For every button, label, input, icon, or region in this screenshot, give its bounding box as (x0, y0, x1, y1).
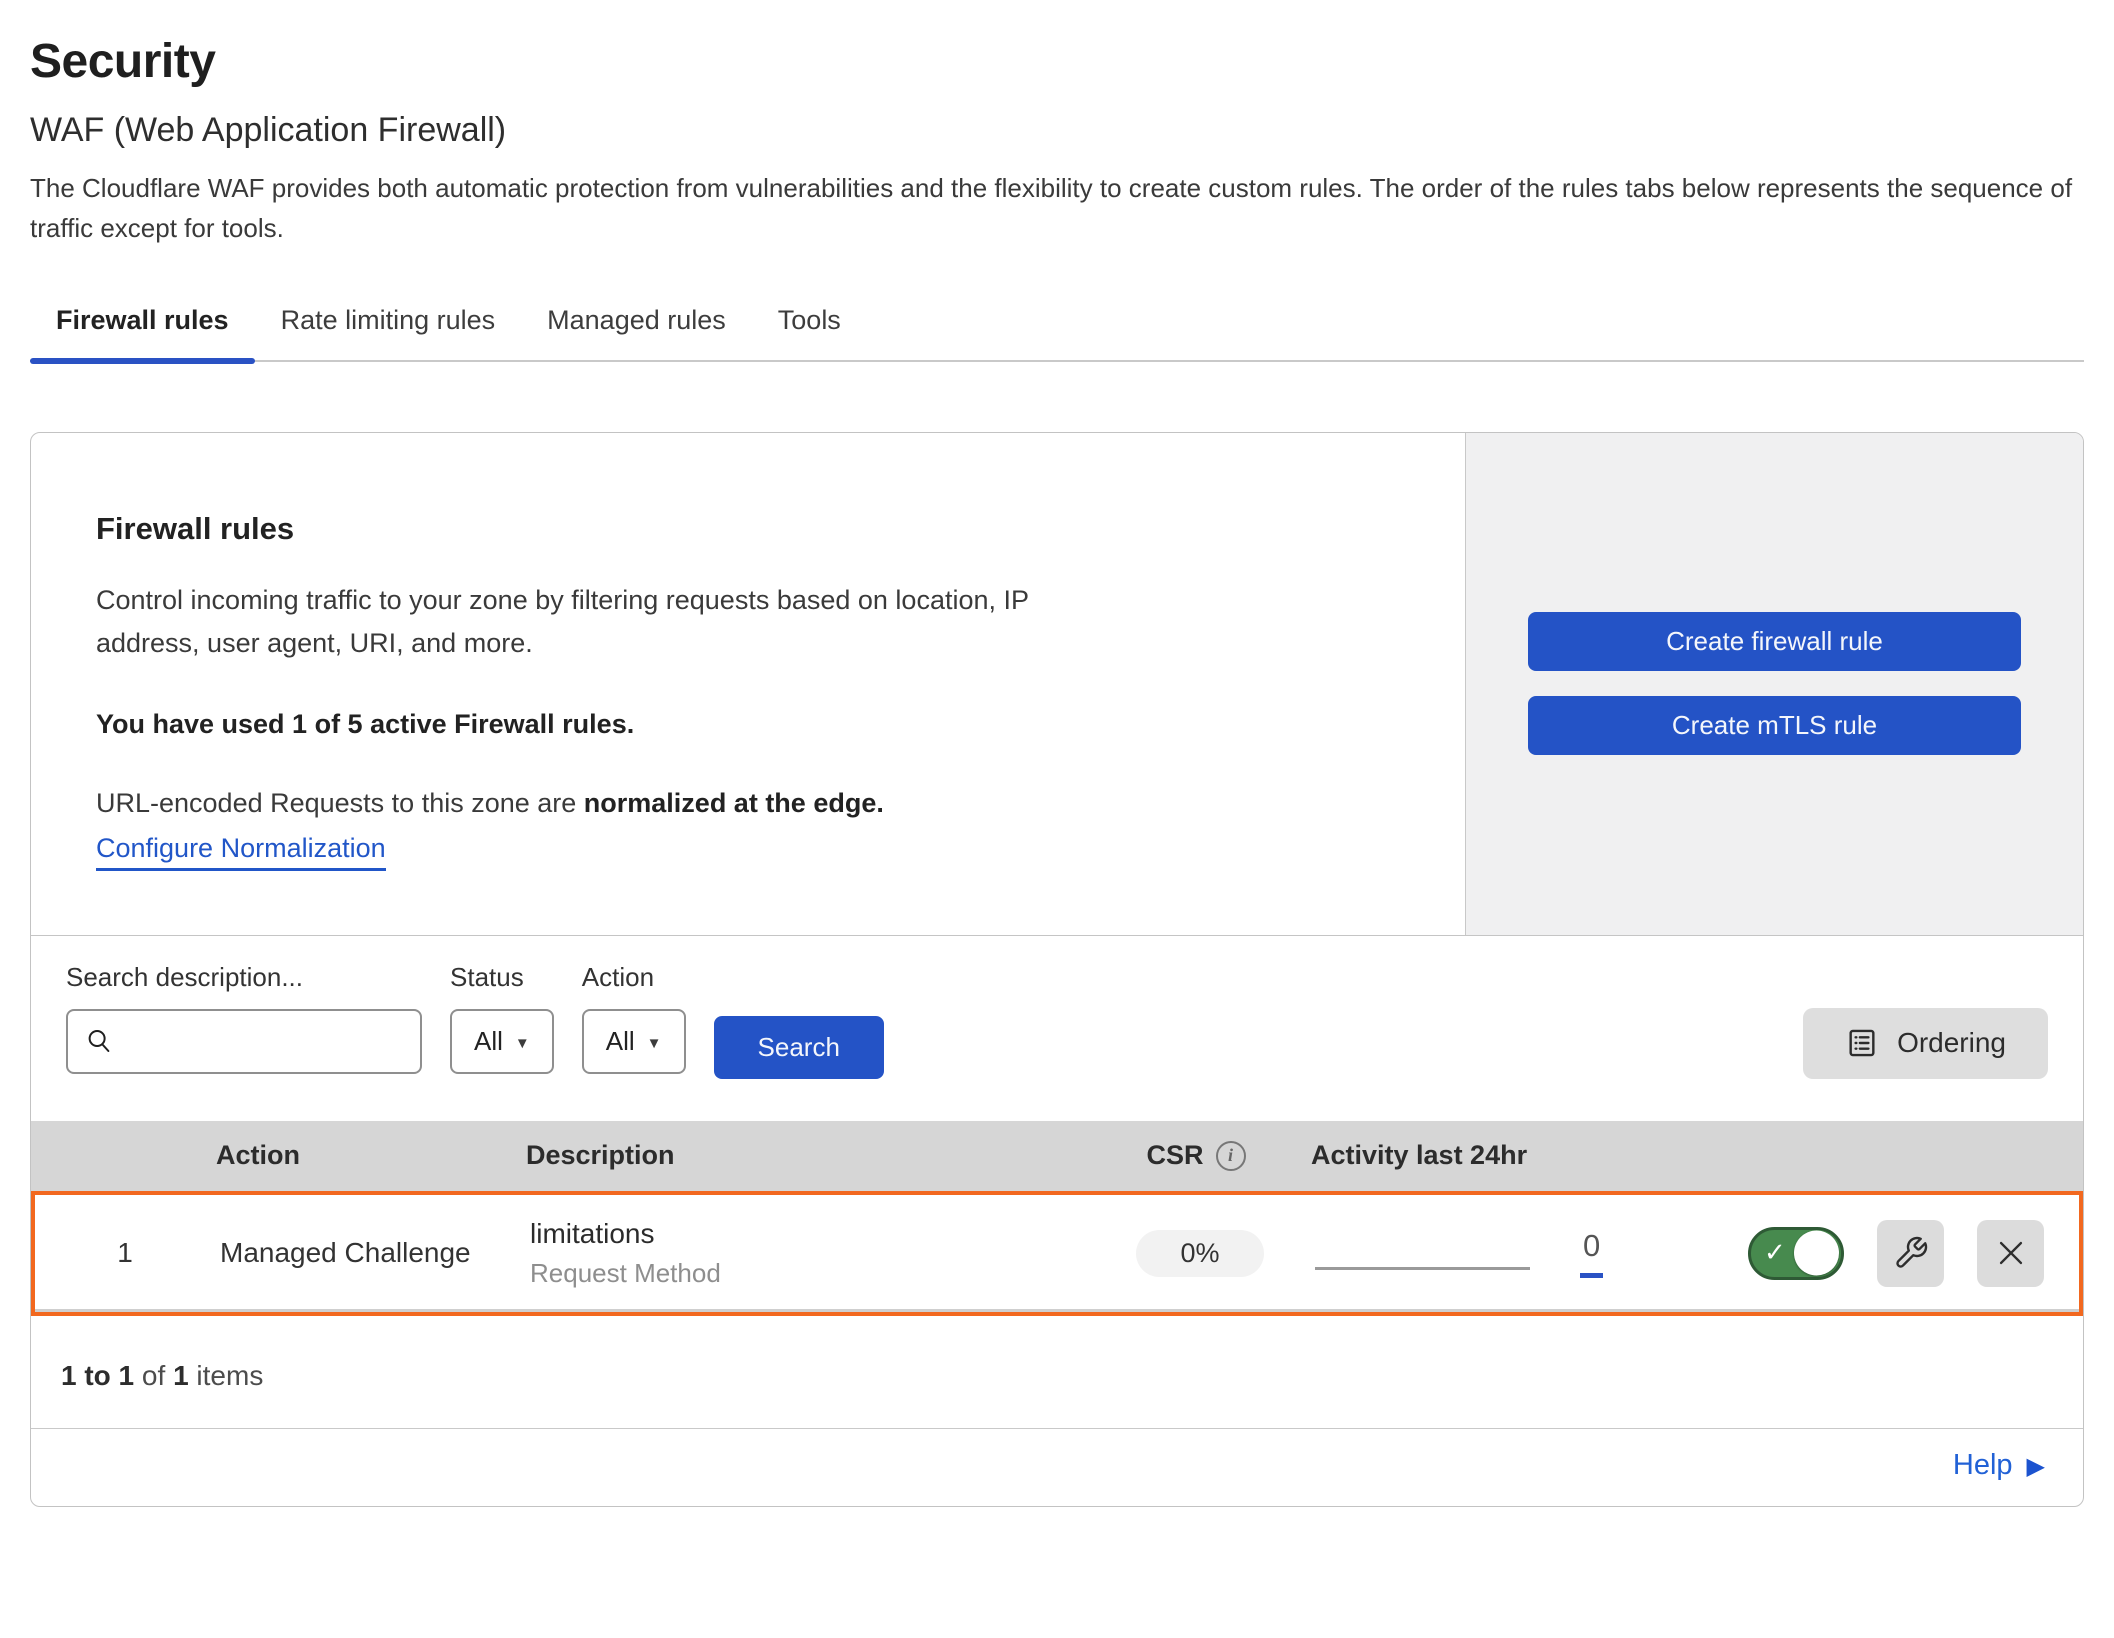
header-csr-label: CSR (1146, 1140, 1203, 1171)
normalization-prefix: URL-encoded Requests to this zone are (96, 788, 584, 818)
pagination-of: of (142, 1360, 165, 1391)
pagination-total: 1 (173, 1360, 189, 1391)
firewall-rules-card: Firewall rules Control incoming traffic … (30, 432, 2084, 1507)
rule-controls: ✓ (1675, 1220, 2079, 1287)
rule-enabled-toggle[interactable]: ✓ (1748, 1227, 1844, 1280)
rules-tab-bar: Firewall rules Rate limiting rules Manag… (30, 299, 2084, 362)
info-icon[interactable]: i (1216, 1141, 1246, 1171)
usage-line: You have used 1 of 5 active Firewall rul… (96, 709, 1400, 740)
search-input[interactable] (124, 1011, 446, 1072)
page-title: Security (30, 34, 2084, 89)
delete-rule-button[interactable] (1977, 1220, 2044, 1287)
help-row: Help ▶ (31, 1428, 2083, 1506)
filter-bar: Search description... Status All ▼ Actio… (31, 935, 2083, 1121)
search-icon (84, 1026, 114, 1056)
header-description: Description (526, 1140, 1081, 1171)
normalization-line: URL-encoded Requests to this zone are no… (96, 788, 1400, 819)
ordering-button-label: Ordering (1897, 1027, 2006, 1059)
edit-rule-button[interactable] (1877, 1220, 1944, 1287)
status-label: Status (450, 962, 554, 993)
create-firewall-rule-button[interactable]: Create firewall rule (1528, 612, 2021, 671)
search-box[interactable] (66, 1009, 422, 1074)
page-description: The Cloudflare WAF provides both automat… (30, 168, 2080, 249)
header-action: Action (211, 1140, 526, 1171)
rule-activity-cell: 0 (1315, 1228, 1675, 1278)
wrench-icon (1893, 1235, 1929, 1271)
search-label: Search description... (66, 962, 422, 993)
action-dropdown-value: All (606, 1026, 635, 1057)
table-row[interactable]: 1 Managed Challenge limitations Request … (31, 1191, 2083, 1316)
header-csr: CSR i (1081, 1140, 1311, 1171)
card-overview-section: Firewall rules Control incoming traffic … (31, 433, 2083, 935)
action-filter-group: Action All ▼ (582, 962, 686, 1074)
csr-badge: 0% (1136, 1230, 1263, 1277)
ordering-list-icon (1845, 1026, 1879, 1060)
header-activity: Activity last 24hr (1311, 1140, 1671, 1171)
pagination-items: items (196, 1360, 263, 1391)
overview-description: Control incoming traffic to your zone by… (96, 579, 1066, 665)
status-dropdown[interactable]: All ▼ (450, 1009, 554, 1074)
activity-sparkline (1315, 1267, 1530, 1270)
tab-tools[interactable]: Tools (752, 299, 867, 360)
normalization-bold: normalized at the edge. (584, 788, 884, 818)
help-link-label: Help (1953, 1449, 2013, 1482)
security-waf-page: Security WAF (Web Application Firewall) … (0, 0, 2114, 1507)
configure-normalization-link[interactable]: Configure Normalization (96, 833, 386, 871)
table-header-row: Action Description CSR i Activity last 2… (31, 1121, 2083, 1191)
chevron-down-icon: ▼ (647, 1035, 662, 1052)
ordering-button[interactable]: Ordering (1803, 1008, 2048, 1079)
overview-text-panel: Firewall rules Control incoming traffic … (31, 433, 1465, 935)
rule-action: Managed Challenge (215, 1237, 530, 1269)
tab-managed-rules[interactable]: Managed rules (521, 299, 752, 360)
rule-priority: 1 (35, 1237, 215, 1269)
pagination-summary: 1 to 1 of 1 items (31, 1316, 2083, 1428)
activity-count-link[interactable]: 0 (1580, 1228, 1603, 1278)
chevron-down-icon: ▼ (515, 1035, 530, 1052)
search-group: Search description... (66, 962, 422, 1074)
rule-description: limitations (530, 1218, 1085, 1250)
rule-description-sub: Request Method (530, 1258, 1085, 1289)
help-link[interactable]: Help ▶ (1953, 1449, 2045, 1482)
status-filter-group: Status All ▼ (450, 962, 554, 1074)
overview-heading: Firewall rules (96, 511, 1400, 547)
rule-csr-cell: 0% (1085, 1230, 1315, 1277)
search-button[interactable]: Search (714, 1016, 884, 1079)
action-dropdown[interactable]: All ▼ (582, 1009, 686, 1074)
close-icon (1994, 1236, 2028, 1270)
check-icon: ✓ (1764, 1237, 1786, 1268)
toggle-knob (1794, 1231, 1839, 1276)
action-label: Action (582, 962, 686, 993)
page-subtitle: WAF (Web Application Firewall) (30, 111, 2084, 150)
create-mtls-rule-button[interactable]: Create mTLS rule (1528, 696, 2021, 755)
actions-panel: Create firewall rule Create mTLS rule (1465, 433, 2083, 935)
tab-firewall-rules[interactable]: Firewall rules (30, 299, 255, 360)
status-dropdown-value: All (474, 1026, 503, 1057)
tab-rate-limiting-rules[interactable]: Rate limiting rules (255, 299, 522, 360)
arrow-right-icon: ▶ (2027, 1452, 2045, 1481)
rule-description-cell: limitations Request Method (530, 1218, 1085, 1289)
pagination-range: 1 to 1 (61, 1360, 134, 1391)
